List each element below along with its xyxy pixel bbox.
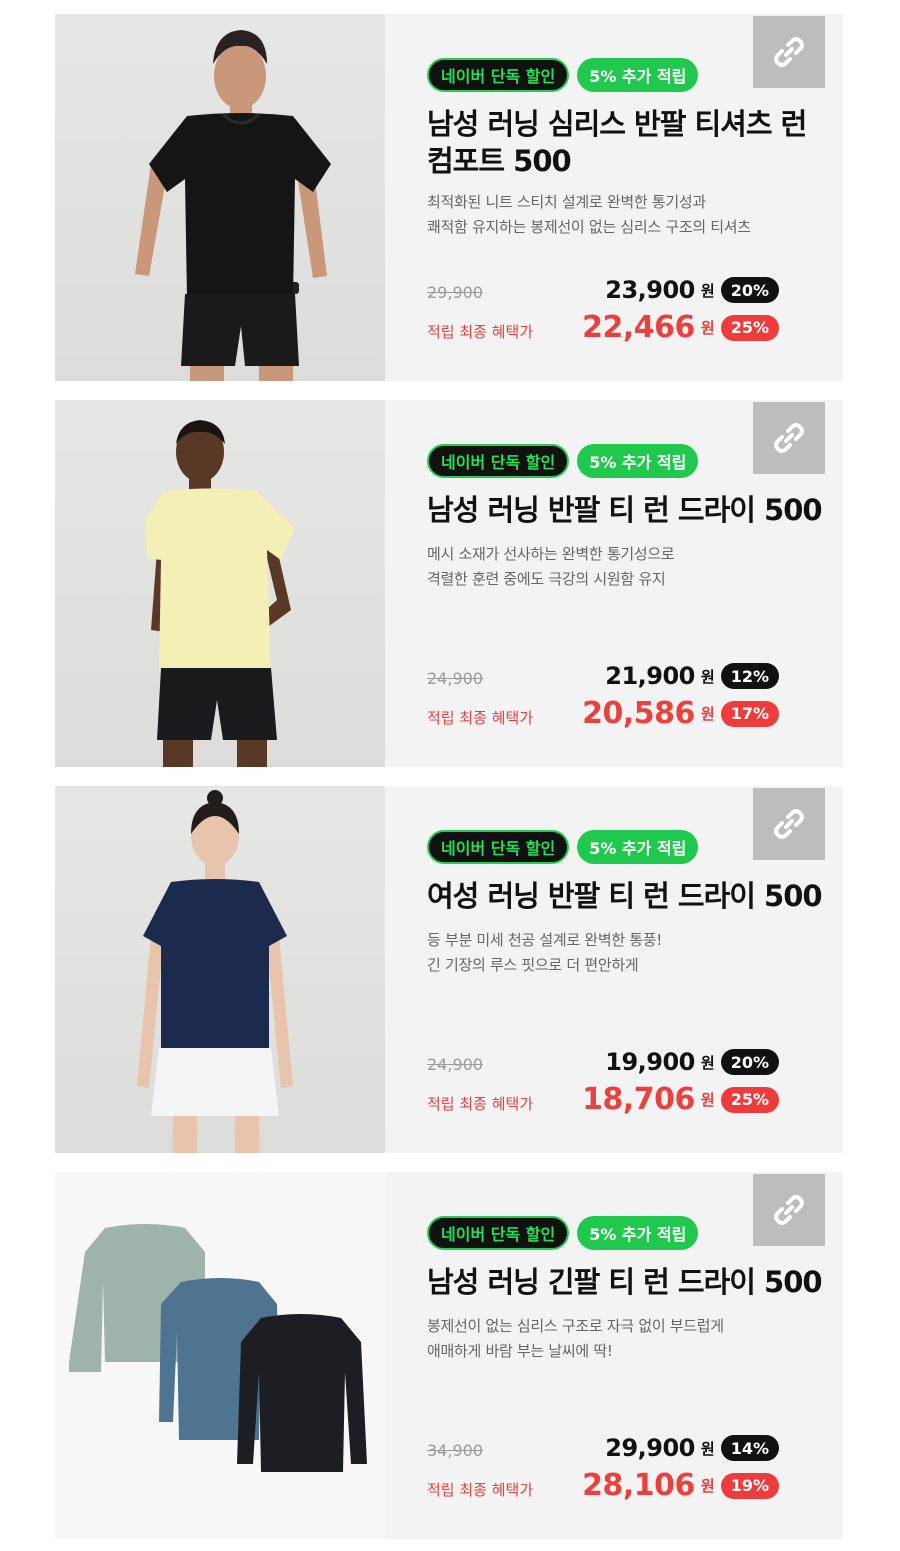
currency-unit: 원 — [700, 281, 715, 300]
link-icon — [774, 1195, 804, 1225]
badge-group: 네이버 단독 할인 5% 추가 적립 — [427, 58, 699, 92]
description-line: 긴 기장의 루스 핏으로 더 편안하게 — [427, 956, 639, 974]
extra-points-badge: 5% 추가 적립 — [577, 1216, 699, 1250]
description-line: 봉제선이 없는 심리스 구조로 자극 없이 부드럽게 — [427, 1317, 724, 1335]
product-photo[interactable] — [55, 1172, 385, 1539]
product-title[interactable]: 남성 러닝 반팔 티 런 드라이 500 — [427, 492, 837, 529]
currency-unit: 원 — [700, 1053, 715, 1072]
link-icon — [774, 423, 804, 453]
sale-price-row: 21,900 원 12% — [605, 662, 779, 690]
model-image — [137, 790, 293, 1153]
final-discount-badge: 25% — [720, 314, 779, 341]
final-price-label: 적립 최종 혜택가 — [427, 1481, 534, 1499]
product-image — [69, 1224, 367, 1472]
product-info: 네이버 단독 할인 5% 추가 적립 여성 러닝 반팔 티 런 드라이 500 … — [385, 786, 843, 1153]
product-description: 등 부분 미세 천공 설계로 완벽한 통풍! 긴 기장의 루스 핏으로 더 편안… — [427, 928, 807, 978]
final-price-label: 적립 최종 혜택가 — [427, 323, 534, 341]
final-price: 18,706 — [582, 1082, 695, 1117]
naver-exclusive-badge: 네이버 단독 할인 — [427, 444, 570, 478]
description-line: 메시 소재가 선사하는 완벽한 통기성으로 — [427, 545, 675, 563]
product-description: 최적화된 니트 스티치 설계로 완벽한 통기성과 쾌적함 유지하는 봉제선이 없… — [427, 190, 807, 240]
original-price: 24,900 — [427, 1055, 483, 1074]
model-image — [135, 30, 331, 381]
description-line: 최적화된 니트 스티치 설계로 완벽한 통기성과 — [427, 193, 706, 211]
sale-price-row: 29,900 원 14% — [605, 1434, 779, 1462]
currency-unit: 원 — [700, 1091, 715, 1109]
final-price-row: 18,706 원 25% — [582, 1082, 779, 1117]
final-price-row: 20,586 원 17% — [582, 696, 779, 731]
sale-price: 19,900 — [605, 1048, 695, 1076]
product-photo[interactable] — [55, 786, 385, 1153]
discount-badge: 20% — [720, 1049, 779, 1075]
badge-group: 네이버 단독 할인 5% 추가 적립 — [427, 1216, 699, 1250]
original-price: 24,900 — [427, 669, 483, 688]
product-card[interactable]: 네이버 단독 할인 5% 추가 적립 남성 러닝 긴팔 티 런 드라이 500 … — [55, 1172, 843, 1539]
final-price: 28,106 — [582, 1468, 695, 1503]
product-info: 네이버 단독 할인 5% 추가 적립 남성 러닝 긴팔 티 런 드라이 500 … — [385, 1172, 843, 1539]
link-button[interactable] — [753, 788, 825, 860]
product-photo[interactable] — [55, 14, 385, 381]
naver-exclusive-badge: 네이버 단독 할인 — [427, 58, 570, 92]
model-image — [145, 420, 295, 767]
description-line: 쾌적함 유지하는 봉제선이 없는 심리스 구조의 티셔츠 — [427, 218, 751, 236]
description-line: 애매하게 바람 부는 날씨에 딱! — [427, 1342, 613, 1360]
sale-price: 29,900 — [605, 1434, 695, 1462]
link-icon — [774, 37, 804, 67]
discount-badge: 14% — [720, 1435, 779, 1461]
naver-exclusive-badge: 네이버 단독 할인 — [427, 1216, 570, 1250]
naver-exclusive-badge: 네이버 단독 할인 — [427, 830, 570, 864]
final-price-row: 22,466 원 25% — [582, 310, 779, 345]
final-discount-badge: 17% — [720, 700, 779, 727]
product-title[interactable]: 여성 러닝 반팔 티 런 드라이 500 — [427, 878, 837, 915]
sale-price-row: 19,900 원 20% — [605, 1048, 779, 1076]
currency-unit: 원 — [700, 1477, 715, 1495]
sale-price: 23,900 — [605, 276, 695, 304]
currency-unit: 원 — [700, 1439, 715, 1458]
extra-points-badge: 5% 추가 적립 — [577, 830, 699, 864]
final-price-label: 적립 최종 혜택가 — [427, 1095, 534, 1113]
product-description: 메시 소재가 선사하는 완벽한 통기성으로 격렬한 훈련 중에도 극강의 시원함… — [427, 542, 807, 592]
extra-points-badge: 5% 추가 적립 — [577, 58, 699, 92]
extra-points-badge: 5% 추가 적립 — [577, 444, 699, 478]
discount-badge: 20% — [720, 277, 779, 303]
product-photo[interactable] — [55, 400, 385, 767]
product-card[interactable]: 네이버 단독 할인 5% 추가 적립 남성 러닝 반팔 티 런 드라이 500 … — [55, 400, 843, 767]
discount-badge: 12% — [720, 663, 779, 689]
product-list: 네이버 단독 할인 5% 추가 적립 남성 러닝 심리스 반팔 티셔츠 런 컴포… — [0, 0, 900, 1551]
product-card[interactable]: 네이버 단독 할인 5% 추가 적립 남성 러닝 심리스 반팔 티셔츠 런 컴포… — [55, 14, 843, 381]
final-price: 22,466 — [582, 310, 695, 345]
final-price-label: 적립 최종 혜택가 — [427, 709, 534, 727]
final-discount-badge: 19% — [720, 1472, 779, 1499]
description-line: 등 부분 미세 천공 설계로 완벽한 통풍! — [427, 931, 663, 949]
currency-unit: 원 — [700, 319, 715, 337]
link-button[interactable] — [753, 402, 825, 474]
sale-price-row: 23,900 원 20% — [605, 276, 779, 304]
link-button[interactable] — [753, 1174, 825, 1246]
link-button[interactable] — [753, 16, 825, 88]
badge-group: 네이버 단독 할인 5% 추가 적립 — [427, 830, 699, 864]
final-discount-badge: 25% — [720, 1086, 779, 1113]
product-description: 봉제선이 없는 심리스 구조로 자극 없이 부드럽게 애매하게 바람 부는 날씨… — [427, 1314, 807, 1364]
product-card[interactable]: 네이버 단독 할인 5% 추가 적립 여성 러닝 반팔 티 런 드라이 500 … — [55, 786, 843, 1153]
currency-unit: 원 — [700, 705, 715, 723]
currency-unit: 원 — [700, 667, 715, 686]
original-price: 29,900 — [427, 283, 483, 302]
product-info: 네이버 단독 할인 5% 추가 적립 남성 러닝 반팔 티 런 드라이 500 … — [385, 400, 843, 767]
product-title[interactable]: 남성 러닝 심리스 반팔 티셔츠 런 컴포트 500 — [427, 106, 807, 180]
final-price: 20,586 — [582, 696, 695, 731]
final-price-row: 28,106 원 19% — [582, 1468, 779, 1503]
original-price: 34,900 — [427, 1441, 483, 1460]
product-info: 네이버 단독 할인 5% 추가 적립 남성 러닝 심리스 반팔 티셔츠 런 컴포… — [385, 14, 843, 381]
sale-price: 21,900 — [605, 662, 695, 690]
description-line: 격렬한 훈련 중에도 극강의 시원함 유지 — [427, 570, 666, 588]
product-title[interactable]: 남성 러닝 긴팔 티 런 드라이 500 — [427, 1264, 837, 1301]
link-icon — [774, 809, 804, 839]
badge-group: 네이버 단독 할인 5% 추가 적립 — [427, 444, 699, 478]
